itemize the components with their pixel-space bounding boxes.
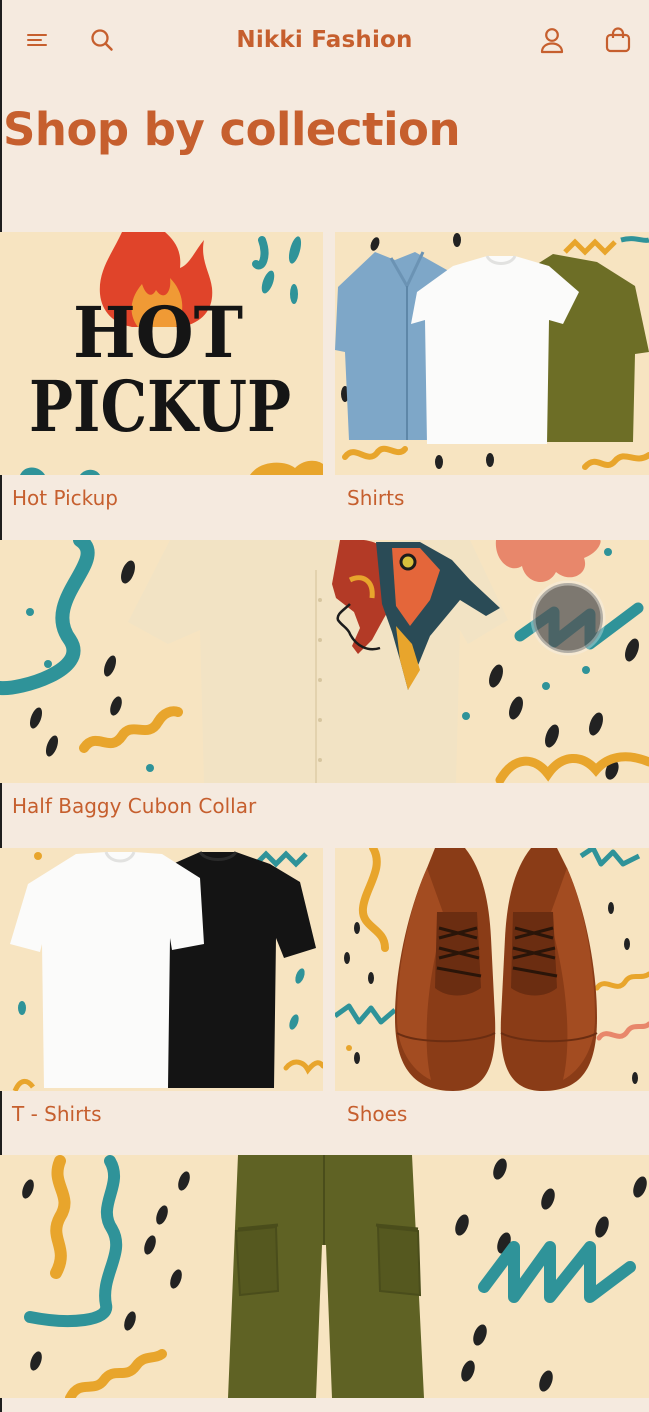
shoes-image bbox=[335, 848, 649, 1091]
collection-card-t-shirts[interactable]: T - Shirts bbox=[0, 848, 323, 1143]
collection-label: T - Shirts bbox=[12, 1102, 102, 1126]
collection-card-half-baggy-cubon-collar[interactable]: Half Baggy Cubon Collar bbox=[0, 540, 649, 836]
account-icon[interactable] bbox=[536, 24, 568, 56]
hot-banner-line1: HOT bbox=[73, 291, 243, 374]
shirts-image bbox=[335, 232, 649, 475]
collection-label: Shirts bbox=[347, 486, 405, 510]
collection-card-cargo-pants[interactable] bbox=[0, 1155, 649, 1412]
collection-label: Hot Pickup bbox=[12, 486, 118, 510]
page-title: Shop by collection bbox=[3, 103, 460, 156]
collection-label: Half Baggy Cubon Collar bbox=[12, 794, 257, 818]
collection-label: Shoes bbox=[347, 1102, 408, 1126]
collection-card-shirts[interactable]: Shirts bbox=[335, 232, 649, 527]
collection-card-hot-pickup[interactable]: HOT PICKUP Hot Pickup bbox=[0, 232, 323, 527]
collection-card-shoes[interactable]: Shoes bbox=[335, 848, 649, 1143]
cargo-pants-image bbox=[0, 1155, 649, 1398]
hot-banner-line2: PICKUP bbox=[29, 365, 291, 448]
hot-pickup-image: HOT PICKUP bbox=[0, 232, 323, 475]
cart-icon[interactable] bbox=[602, 24, 634, 56]
t-shirts-image bbox=[0, 848, 323, 1091]
cubon-collar-image bbox=[0, 540, 649, 783]
top-bar: Nikki Fashion bbox=[0, 0, 649, 80]
